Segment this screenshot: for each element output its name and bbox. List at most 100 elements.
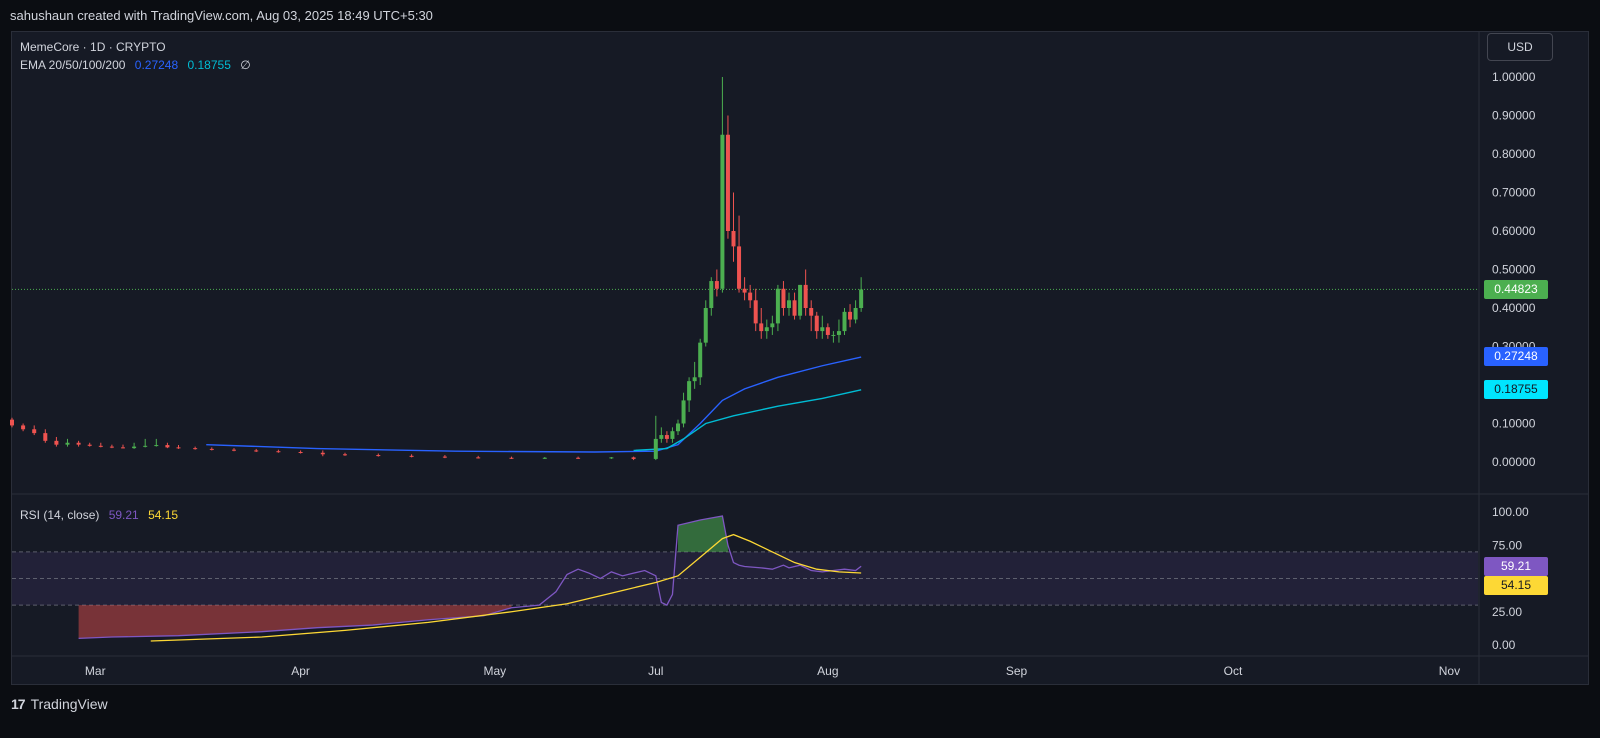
currency-button[interactable]: USD [1487,33,1553,61]
time-tick-label: Jul [648,664,663,678]
candle-body [725,134,730,231]
candle-body [759,323,764,332]
candle-body [542,457,547,459]
candle-body [687,381,692,401]
ema-value-1: 0.27248 [134,58,179,72]
price-tick-label: 0.90000 [1492,109,1536,123]
candle-body [76,442,81,445]
rsi-ma-badge: 54.15 [1484,576,1548,595]
ema-label: EMA 20/50/100/200 [20,58,126,72]
candle-body [176,447,181,449]
candle-body [742,288,747,293]
candle-body [842,311,847,332]
rsi-tick-label: 0.00 [1492,638,1516,652]
rsi-tick-label: 100.00 [1492,505,1529,519]
candle-body [859,289,864,308]
candle-body [681,400,686,424]
candle-body [820,327,825,332]
ema-a-badge: 0.27248 [1484,347,1548,366]
candle-body [21,425,26,430]
candle-body [87,444,92,446]
candle-body [10,419,14,426]
price-tick-label: 1.00000 [1492,70,1536,84]
candle-body [154,445,159,447]
tradingview-brand: TradingView [30,696,108,712]
candle-body [320,452,325,455]
rsi-value: 59.21 [108,508,139,522]
candle-body [343,454,347,456]
ema-value-3: ∅ [240,58,251,72]
candle-body [676,423,680,432]
candle-body [737,246,742,289]
price-tick-label: 0.80000 [1492,147,1536,161]
price-tick-label: 0.00000 [1492,455,1536,469]
rsi-tick-label: 75.00 [1492,538,1522,552]
candle-body [132,446,137,449]
candle-body [670,431,675,439]
candle-body [476,457,481,459]
candle-body [787,300,791,308]
candle-body [165,445,170,448]
rsi-overbought-fill [678,515,728,552]
candle-body [98,445,103,447]
symbol-title: MemeCore · 1D · CRYPTO [20,40,166,54]
time-tick-label: Mar [85,664,106,678]
candle-body [193,448,198,450]
ema-line [633,389,862,452]
time-tick-label: Nov [1439,664,1460,678]
price-tick-label: 0.70000 [1492,186,1536,200]
candle-body [576,457,581,459]
candle-body [659,435,664,439]
candle-body [653,438,658,459]
candle-body [698,342,703,378]
candle-body [853,308,858,320]
candle-body [65,442,70,445]
candle-body [631,457,636,459]
candle-body [298,451,303,453]
candle-body [43,433,48,441]
price-tick-label: 0.60000 [1492,224,1536,238]
candle-body [803,284,808,308]
candle-body [825,327,830,335]
candle-body [143,445,148,447]
rsi-oversold-fill [78,605,512,639]
candle-body [809,308,814,316]
time-tick-label: Sep [1006,664,1028,678]
candle-body [509,457,514,459]
candle-body [609,457,614,459]
candle-body [121,447,125,449]
candle-body [709,281,714,308]
candle-body [376,455,381,457]
candle-body [775,288,780,324]
rsi-legend: RSI (14, close) 59.21 54.15 [20,508,184,522]
candle-body [831,334,836,336]
ema-legend: EMA 20/50/100/200 0.27248 0.18755 ∅ [20,58,257,72]
ema-value-2: 0.18755 [187,58,231,72]
candle-body [836,331,841,335]
candle-body [409,455,414,457]
tradingview-logo[interactable]: 17 TradingView [11,696,108,712]
chart-canvas[interactable]: 1.00000 0.90000 0.80000 0.70000 0.60000 0.500… [0,0,1600,738]
rsi-badge: 59.21 [1484,557,1548,576]
candle-body [664,435,669,439]
rsi-label: RSI (14, close) [20,508,100,522]
last-price-badge: 0.44823 [1484,280,1548,299]
time-tick-label: May [484,664,507,678]
candle-body [798,284,803,316]
rsi-ma-value: 54.15 [148,508,179,522]
candle-body [714,281,719,289]
candle-body [753,300,758,324]
candle-body [109,446,114,448]
candle-body [692,377,697,382]
time-tick-label: Oct [1224,664,1243,678]
tradingview-logo-icon: 17 [11,696,26,712]
candle-body [770,323,775,328]
candle-body [748,292,753,301]
symbol-legend: MemeCore · 1D · CRYPTO [20,40,172,54]
price-tick-label: 0.40000 [1492,301,1536,315]
candle-body [442,456,447,458]
price-tick-label: 0.10000 [1492,417,1536,431]
candle-body [703,308,708,343]
candle-body [209,448,214,450]
price-tick-label: 0.50000 [1492,263,1536,277]
